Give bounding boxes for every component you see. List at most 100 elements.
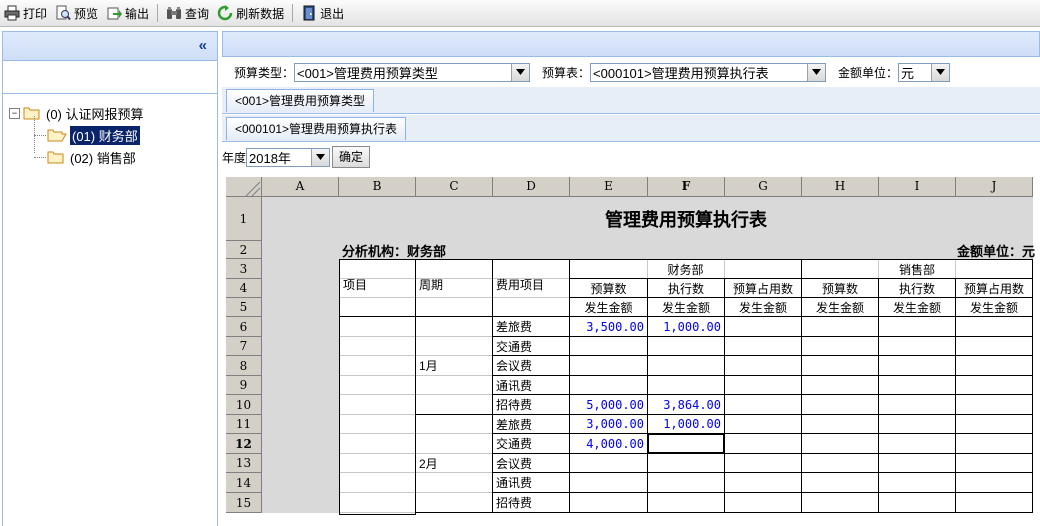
data-cell[interactable] bbox=[802, 376, 879, 395]
data-cell[interactable] bbox=[725, 493, 802, 513]
column-header[interactable]: B bbox=[339, 177, 416, 197]
data-cell[interactable] bbox=[725, 317, 802, 337]
row-header[interactable]: 9 bbox=[226, 376, 262, 395]
exit-button[interactable]: 退出 bbox=[297, 2, 348, 24]
data-cell[interactable] bbox=[802, 356, 879, 376]
data-cell[interactable] bbox=[570, 473, 648, 493]
row-header[interactable]: 15 bbox=[226, 493, 262, 513]
preview-button[interactable]: 预览 bbox=[51, 2, 102, 24]
amount-value[interactable]: 3,500.00 bbox=[570, 317, 647, 336]
active-cell-cursor[interactable] bbox=[647, 433, 725, 454]
collapse-panel-icon[interactable]: « bbox=[199, 37, 207, 54]
column-header[interactable]: J bbox=[956, 177, 1033, 197]
data-cell[interactable] bbox=[956, 454, 1033, 473]
data-cell[interactable] bbox=[956, 376, 1033, 395]
data-cell[interactable] bbox=[956, 415, 1033, 434]
data-cell[interactable] bbox=[725, 337, 802, 356]
row-header[interactable]: 4 bbox=[226, 279, 262, 298]
data-cell[interactable] bbox=[725, 395, 802, 415]
data-cell[interactable] bbox=[570, 493, 648, 513]
data-cell[interactable] bbox=[879, 454, 956, 473]
data-cell[interactable] bbox=[956, 337, 1033, 356]
data-cell[interactable] bbox=[879, 473, 956, 493]
data-cell[interactable] bbox=[879, 356, 956, 376]
amount-value[interactable]: 1,000.00 bbox=[648, 317, 724, 336]
data-cell[interactable] bbox=[648, 376, 725, 395]
data-cell[interactable] bbox=[725, 434, 802, 454]
unit-select[interactable]: 元 bbox=[898, 62, 951, 82]
data-cell[interactable] bbox=[802, 493, 879, 513]
data-cell[interactable] bbox=[956, 356, 1033, 376]
row-header[interactable]: 1 bbox=[226, 197, 262, 241]
data-cell[interactable] bbox=[879, 337, 956, 356]
data-cell[interactable] bbox=[570, 376, 648, 395]
column-header[interactable]: E bbox=[570, 177, 648, 197]
data-cell[interactable] bbox=[956, 473, 1033, 493]
data-cell[interactable] bbox=[570, 454, 648, 473]
budget-type-select[interactable]: <001>管理费用预算类型 bbox=[294, 62, 531, 82]
data-cell[interactable] bbox=[725, 415, 802, 434]
data-cell[interactable] bbox=[956, 317, 1033, 337]
chevron-down-icon[interactable] bbox=[511, 63, 530, 81]
row-header[interactable]: 5 bbox=[226, 298, 262, 317]
data-cell[interactable] bbox=[648, 493, 725, 513]
column-header[interactable]: G bbox=[725, 177, 802, 197]
tab-budget-table[interactable]: <000101>管理费用预算执行表 bbox=[226, 117, 407, 140]
data-cell[interactable] bbox=[802, 317, 879, 337]
data-cell[interactable] bbox=[802, 395, 879, 415]
export-button[interactable]: 输出 bbox=[102, 2, 153, 24]
data-cell[interactable] bbox=[802, 337, 879, 356]
chevron-down-icon[interactable] bbox=[311, 148, 330, 166]
print-button[interactable]: 打印 bbox=[0, 2, 51, 24]
refresh-button[interactable]: 刷新数据 bbox=[213, 2, 288, 24]
chevron-down-icon[interactable] bbox=[931, 63, 950, 81]
data-cell[interactable] bbox=[879, 434, 956, 454]
data-cell[interactable] bbox=[879, 395, 956, 415]
data-cell[interactable] bbox=[956, 493, 1033, 513]
data-cell[interactable] bbox=[802, 434, 879, 454]
data-cell[interactable] bbox=[725, 473, 802, 493]
row-header[interactable]: 6 bbox=[226, 317, 262, 337]
row-header[interactable]: 14 bbox=[226, 473, 262, 493]
amount-value[interactable]: 3,864.00 bbox=[648, 395, 724, 414]
data-cell[interactable] bbox=[956, 434, 1033, 454]
sheet-corner[interactable] bbox=[226, 177, 262, 197]
column-header[interactable]: I bbox=[879, 177, 956, 197]
data-cell[interactable] bbox=[956, 395, 1033, 415]
data-cell[interactable] bbox=[879, 317, 956, 337]
data-cell[interactable] bbox=[648, 356, 725, 376]
data-cell[interactable] bbox=[879, 415, 956, 434]
data-cell[interactable] bbox=[570, 356, 648, 376]
amount-value[interactable]: 5,000.00 bbox=[570, 395, 647, 414]
row-header[interactable]: 2 bbox=[226, 241, 262, 259]
spreadsheet[interactable]: A B C D E F G H I J 1 2 3 4 5 6 7 8 9 10 11 12 13 14 15 管理费用预算执行表… bbox=[226, 177, 1040, 525]
amount-value[interactable]: 4,000.00 bbox=[570, 434, 647, 453]
budget-table-select[interactable]: <000101>管理费用预算执行表 bbox=[590, 62, 827, 82]
data-cell[interactable] bbox=[879, 493, 956, 513]
amount-value[interactable]: 1,000.00 bbox=[648, 415, 724, 433]
row-header[interactable]: 7 bbox=[226, 337, 262, 356]
row-header[interactable]: 3 bbox=[226, 259, 262, 279]
column-header[interactable]: D bbox=[493, 177, 570, 197]
tab-budget-type[interactable]: <001>管理费用预算类型 bbox=[226, 89, 375, 112]
row-header[interactable]: 8 bbox=[226, 356, 262, 376]
year-select[interactable]: 2018年 bbox=[246, 147, 331, 167]
data-cell[interactable] bbox=[725, 376, 802, 395]
data-cell[interactable] bbox=[802, 454, 879, 473]
tree-node-root[interactable]: − (0) 认证网报预算 bbox=[3, 102, 217, 124]
data-cell[interactable] bbox=[725, 356, 802, 376]
column-header[interactable]: H bbox=[802, 177, 879, 197]
data-cell[interactable] bbox=[802, 415, 879, 434]
data-cell[interactable] bbox=[648, 473, 725, 493]
query-button[interactable]: 查询 bbox=[162, 2, 213, 24]
row-header[interactable]: 11 bbox=[226, 415, 262, 434]
confirm-button[interactable]: 确定 bbox=[332, 146, 371, 168]
data-cell[interactable] bbox=[879, 376, 956, 395]
row-header[interactable]: 10 bbox=[226, 395, 262, 415]
row-header[interactable]: 13 bbox=[226, 454, 262, 473]
column-header[interactable]: A bbox=[262, 177, 339, 197]
data-cell[interactable] bbox=[648, 454, 725, 473]
amount-value[interactable]: 3,000.00 bbox=[570, 415, 647, 433]
data-cell[interactable] bbox=[725, 454, 802, 473]
data-cell[interactable] bbox=[802, 473, 879, 493]
